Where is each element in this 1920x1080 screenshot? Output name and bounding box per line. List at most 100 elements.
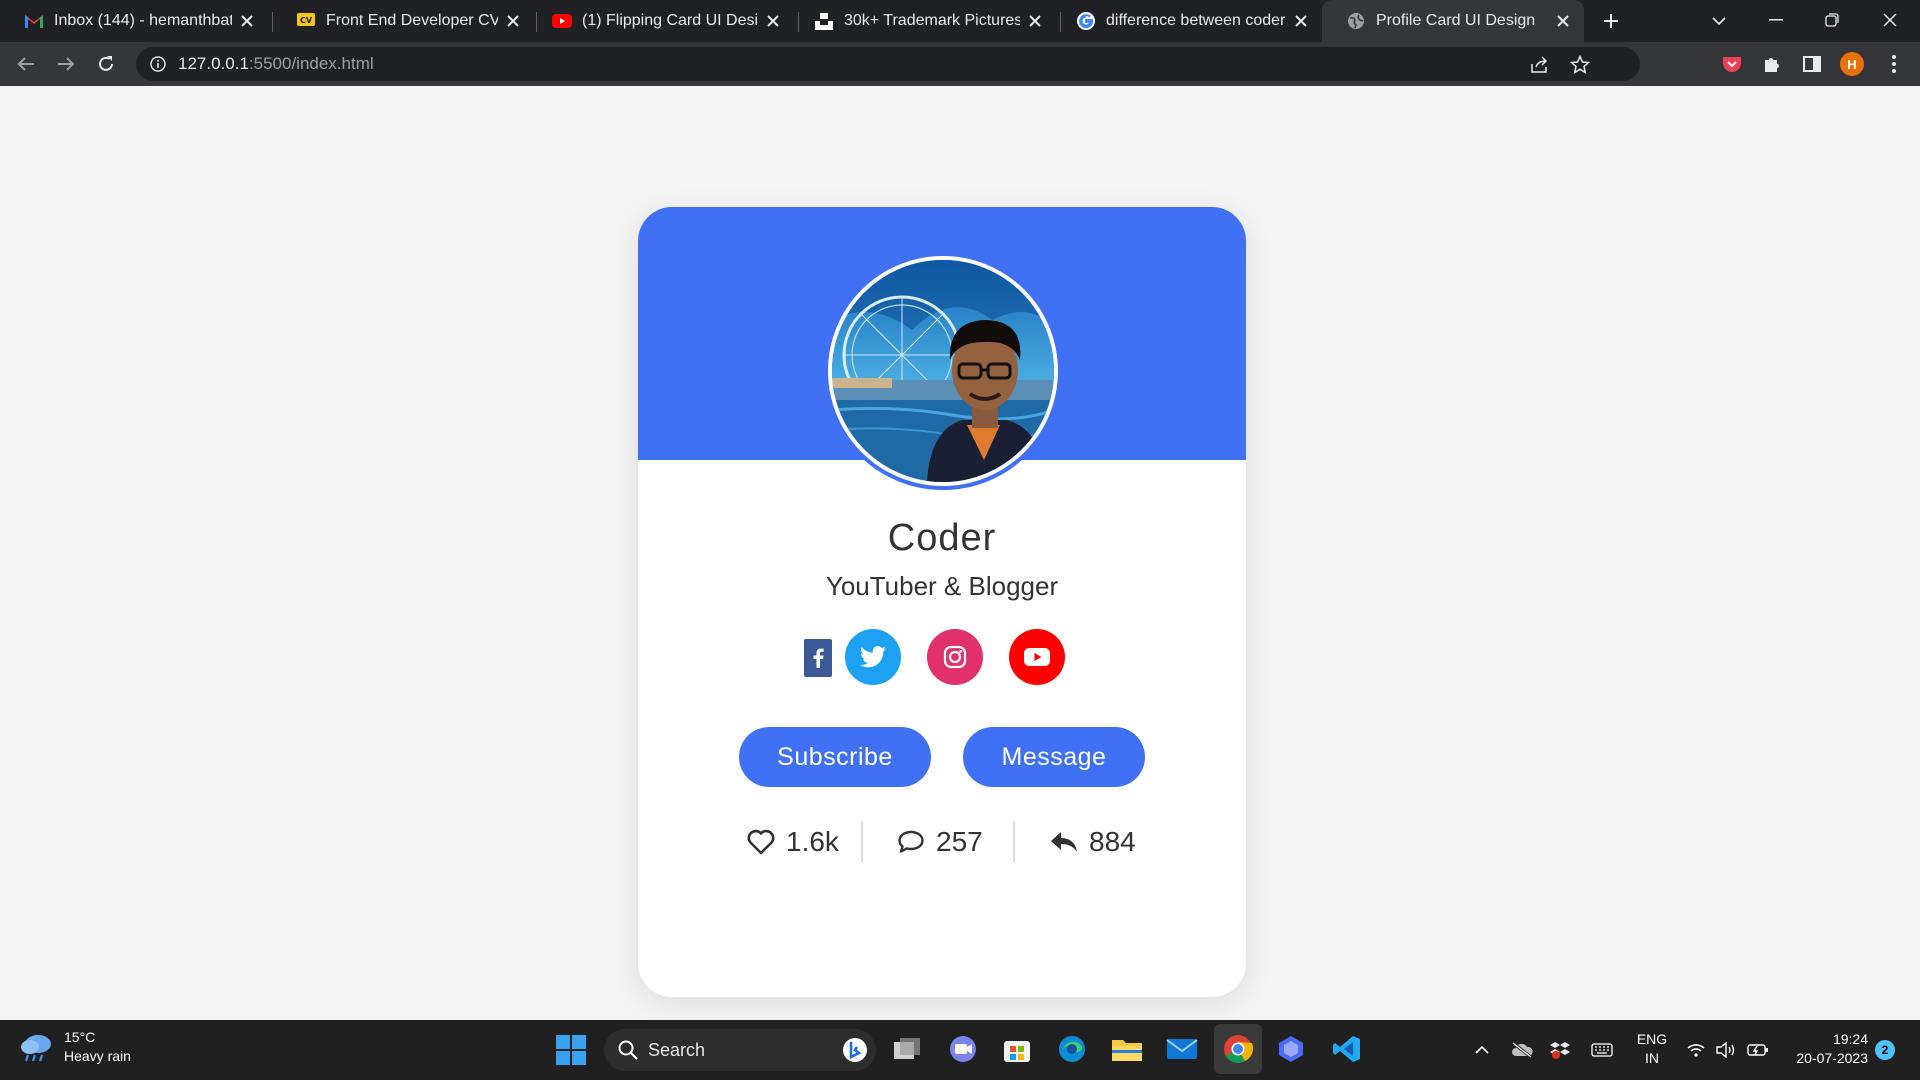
extensions-puzzle-icon[interactable] [1758, 50, 1786, 78]
mail-icon[interactable] [1165, 1032, 1199, 1066]
close-icon[interactable] [236, 10, 258, 32]
battery-charging-icon[interactable] [1746, 1038, 1770, 1062]
stats-divider [1013, 821, 1015, 863]
minimize-button[interactable] [1756, 6, 1796, 34]
tab-title: Front End Developer CV Exa [326, 12, 498, 29]
restore-button[interactable] [1812, 6, 1852, 34]
gmail-icon [24, 11, 44, 31]
tab-title: difference between coder a [1106, 12, 1286, 29]
heart-icon [746, 827, 776, 857]
language-indicator[interactable]: ENG IN [1632, 1030, 1672, 1068]
svg-text:CV: CV [300, 16, 313, 25]
reload-button[interactable] [92, 50, 120, 78]
address-bar[interactable]: 127.0.0.1:5500/index.html [136, 47, 1640, 81]
twitter-link[interactable] [845, 629, 901, 685]
clock-time: 19:24 [1832, 1031, 1868, 1047]
notification-badge[interactable]: 2 [1875, 1040, 1895, 1060]
subscribe-button[interactable]: Subscribe [739, 727, 931, 787]
tab-youtube[interactable]: (1) Flipping Card UI Design [528, 0, 794, 42]
weather-desc: Heavy rain [64, 1048, 131, 1064]
profile-avatar[interactable]: H [1840, 52, 1864, 76]
wifi-icon[interactable] [1684, 1038, 1708, 1062]
cv-icon: CV [296, 11, 316, 31]
close-icon[interactable] [1024, 10, 1046, 32]
info-icon[interactable] [148, 54, 168, 74]
dropbox-icon[interactable] [1548, 1038, 1572, 1062]
pocket-extension-icon[interactable] [1718, 50, 1746, 78]
youtube-icon [552, 11, 572, 31]
message-button[interactable]: Message [963, 727, 1145, 787]
onedrive-offline-icon[interactable] [1510, 1038, 1534, 1062]
close-icon[interactable] [762, 10, 784, 32]
start-button[interactable] [556, 1035, 586, 1065]
likes-stat[interactable]: 1.6k [746, 817, 839, 867]
comments-stat[interactable]: 257 [896, 817, 983, 867]
page-content: Coder YouTuber & Blogger Subscribe Messa… [0, 86, 1920, 1020]
browser-tab-strip: Inbox (144) - hemanthbattu CV Front End … [0, 0, 1920, 42]
close-icon[interactable] [1290, 10, 1312, 32]
facebook-link[interactable] [804, 639, 832, 677]
vscode-icon[interactable] [1330, 1032, 1364, 1066]
rain-cloud-icon [21, 1035, 51, 1062]
system-clock[interactable]: 19:24 20-07-2023 [1780, 1030, 1868, 1068]
file-explorer-icon[interactable] [1110, 1032, 1144, 1066]
more-menu-icon[interactable] [1880, 50, 1908, 78]
close-icon[interactable] [1552, 10, 1574, 32]
clock-date: 20-07-2023 [1796, 1050, 1868, 1066]
profile-name: Coder [887, 517, 997, 559]
instagram-link[interactable] [927, 629, 983, 685]
copilot-icon[interactable] [1274, 1032, 1308, 1066]
profile-photo-image [832, 260, 1054, 482]
volume-icon[interactable] [1714, 1038, 1738, 1062]
tab-title: (1) Flipping Card UI Design [582, 12, 758, 29]
profile-photo [828, 256, 1058, 486]
forward-button[interactable] [52, 50, 80, 78]
task-view-icon[interactable] [890, 1032, 924, 1066]
twitter-icon [860, 646, 886, 668]
bing-icon [842, 1037, 868, 1063]
edge-icon[interactable] [1055, 1032, 1089, 1066]
chrome-taskbar-icon[interactable] [1214, 1024, 1262, 1074]
search-label: Search [648, 1039, 706, 1060]
youtube-link[interactable] [1009, 629, 1065, 685]
url-text: 127.0.0.1:5500/index.html [178, 54, 374, 74]
unsplash-icon [814, 11, 834, 31]
google-icon [1076, 11, 1096, 31]
profile-job-title: YouTuber & Blogger [825, 571, 1059, 601]
profile-card: Coder YouTuber & Blogger Subscribe Messa… [638, 207, 1246, 997]
tab-unsplash[interactable]: 30k+ Trademark Pictures | D [790, 0, 1056, 42]
search-icon [616, 1038, 640, 1062]
stats-divider [861, 821, 863, 863]
close-icon[interactable] [502, 10, 524, 32]
taskbar-search[interactable]: Search [604, 1029, 876, 1071]
comments-count: 257 [936, 826, 983, 857]
shares-stat[interactable]: 884 [1049, 817, 1136, 867]
back-button[interactable] [12, 50, 40, 78]
weather-widget[interactable]: 15°C Heavy rain [20, 1028, 131, 1066]
side-panel-icon[interactable] [1798, 50, 1826, 78]
tab-gmail[interactable]: Inbox (144) - hemanthbattu [0, 0, 268, 42]
keyboard-icon[interactable] [1590, 1038, 1614, 1062]
share-icon[interactable] [1528, 53, 1552, 77]
tab-search-chevron-icon[interactable] [1706, 9, 1732, 33]
tab-profile-card[interactable]: Profile Card UI Design [1322, 0, 1584, 42]
bookmark-star-icon[interactable] [1568, 53, 1592, 77]
stats-bar: 1.6k 257 884 [638, 817, 1246, 867]
tray-chevron-up-icon[interactable] [1470, 1038, 1494, 1062]
windows-logo-icon [556, 1035, 586, 1065]
new-tab-button[interactable] [1598, 8, 1624, 34]
teams-chat-icon[interactable] [946, 1032, 980, 1066]
likes-count: 1.6k [786, 826, 839, 857]
url-host: 127.0.0.1 [178, 54, 249, 73]
tab-title: 30k+ Trademark Pictures | D [844, 12, 1020, 29]
tab-cv[interactable]: CV Front End Developer CV Exa [272, 0, 534, 42]
globe-icon [1346, 11, 1366, 31]
tab-title: Inbox (144) - hemanthbattu [54, 12, 232, 29]
youtube-icon [1024, 648, 1050, 666]
browser-toolbar: 127.0.0.1:5500/index.html H [0, 42, 1920, 86]
instagram-icon [943, 645, 967, 669]
close-window-button[interactable] [1870, 6, 1910, 34]
comment-icon [896, 827, 926, 857]
microsoft-store-icon[interactable] [1000, 1032, 1034, 1066]
tab-google[interactable]: difference between coder a [1052, 0, 1322, 42]
